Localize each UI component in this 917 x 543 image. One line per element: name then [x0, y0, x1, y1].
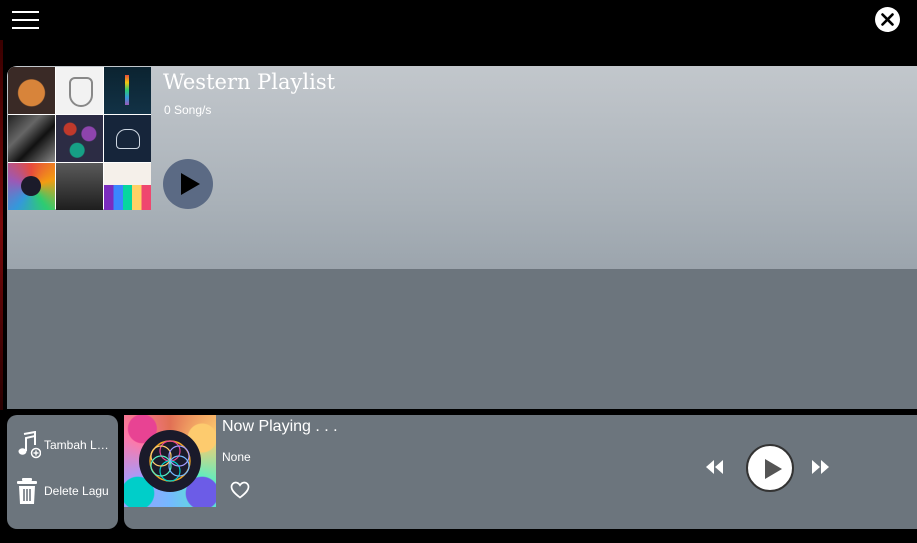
music-note-add-icon — [18, 431, 41, 459]
fast-forward-icon[interactable] — [809, 459, 831, 475]
song-count: 0 Song/s — [164, 103, 212, 117]
playlist-content-area — [7, 269, 917, 409]
add-song-label: Tambah Lagu — [44, 438, 114, 452]
album-cover — [8, 115, 55, 162]
play-icon — [765, 459, 782, 479]
album-cover — [56, 115, 103, 162]
album-cover — [8, 67, 55, 114]
add-song-button[interactable]: Tambah Lagu — [7, 425, 118, 465]
album-cover — [56, 67, 103, 114]
now-playing-artist: None — [222, 450, 251, 464]
rewind-icon[interactable] — [704, 459, 726, 475]
playlist-title: Western Playlist — [163, 70, 336, 94]
playlist-panel: Western Playlist 0 Song/s — [7, 66, 917, 409]
top-bar — [0, 0, 917, 40]
trash-icon — [17, 478, 37, 504]
album-cover — [8, 163, 55, 210]
close-icon — [881, 13, 894, 26]
close-button[interactable] — [875, 7, 900, 32]
play-icon — [181, 173, 200, 195]
delete-song-label: Delete Lagu — [44, 484, 109, 498]
playlist-cover-collage — [8, 67, 151, 210]
play-button[interactable] — [746, 444, 794, 492]
now-playing-title: Now Playing . . . — [222, 418, 338, 435]
song-actions-panel: Tambah Lagu Delete Lagu — [7, 415, 118, 529]
now-playing-album-art — [124, 415, 216, 507]
delete-song-button[interactable]: Delete Lagu — [7, 471, 118, 511]
now-playing-bar: Now Playing . . . None — [124, 415, 917, 529]
album-cover — [104, 163, 151, 210]
heart-outline-icon[interactable] — [230, 481, 250, 499]
left-edge-decoration — [0, 40, 3, 410]
play-playlist-button[interactable] — [163, 159, 213, 209]
hamburger-menu-icon[interactable] — [12, 10, 40, 30]
album-cover — [104, 67, 151, 114]
album-cover — [56, 163, 103, 210]
album-cover — [104, 115, 151, 162]
